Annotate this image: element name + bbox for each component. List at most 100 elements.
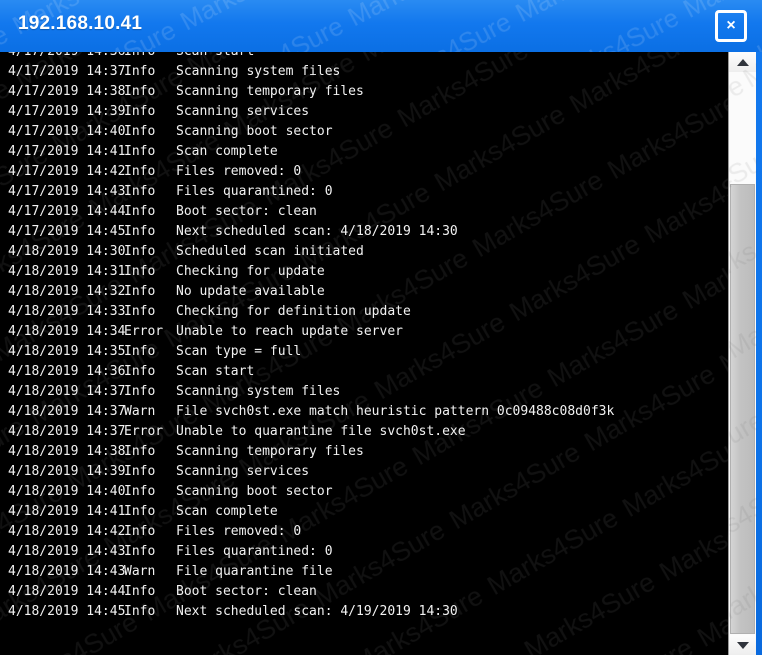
window-frame-right [756,52,762,655]
log-row[interactable]: 4/17/2019 14:42 Info Files removed: 0 [0,162,722,182]
log-timestamp: 4/17/2019 14:36 [0,52,125,62]
log-level: Info [124,264,156,279]
log-timestamp: 4/18/2019 14:33 [8,304,126,319]
log-message: No update available [176,284,325,299]
log-timestamp: 4/17/2019 14:40 [8,124,126,139]
log-row[interactable]: 4/18/2019 14:43 Warn File quarantine file [0,562,722,582]
chevron-up-icon [736,58,749,66]
log-timestamp: 4/18/2019 14:44 [8,584,126,599]
log-level: Info [124,124,156,139]
log-level: Warn [124,404,156,419]
log-message: Next scheduled scan: 4/18/2019 14:30 [176,224,458,239]
log-level: Info [124,224,156,239]
window-title: 192.168.10.41 [18,13,143,34]
log-timestamp: 4/18/2019 14:31 [8,264,126,279]
log-timestamp: 4/18/2019 14:37 [8,424,126,439]
log-row[interactable]: 4/18/2019 14:43 Info Files quarantined: 0 [0,542,722,562]
log-level: Info [124,304,156,319]
close-icon: × [726,17,736,34]
log-row[interactable]: 4/17/2019 14:45 Info Next scheduled scan: … [0,222,722,242]
log-message: Scan start [176,364,255,379]
log-message: Files quarantined: 0 [176,184,333,199]
log-message: Scan type = full [176,344,302,359]
log-level: Info [124,584,156,599]
log-timestamp: 4/18/2019 14:43 [8,544,126,559]
log-level: Info [124,364,156,379]
log-content-area: Marks4Sure Marks4Sure 4/17/2019 14:36Inf… [0,52,756,655]
title-bar[interactable]: Marks4Sure Marks4Sure 192.168.10.41 × [0,0,762,52]
log-message: Next scheduled scan: 4/19/2019 14:30 [176,604,458,619]
vertical-scrollbar[interactable]: Marks4Sure Marks4Sure [728,52,757,655]
log-row[interactable]: 4/17/2019 14:41 Info Scan complete [0,142,722,162]
log-timestamp: 4/18/2019 14:39 [8,464,126,479]
log-timestamp: 4/18/2019 14:35 [8,344,126,359]
log-message: Files quarantined: 0 [176,544,333,559]
log-level: Info [124,444,156,459]
log-row[interactable]: 4/18/2019 14:35 Info Scan type = full [0,342,722,362]
log-message: Scheduled scan initiated [176,244,364,259]
log-level: Error [124,424,164,439]
log-row[interactable]: 4/17/2019 14:36InfoScan start [0,52,722,62]
log-row[interactable]: 4/17/2019 14:44 Info Boot sector: clean [0,202,722,222]
log-row[interactable]: 4/17/2019 14:38 Info Scanning temporary fi… [0,82,722,102]
log-timestamp: 4/18/2019 14:32 [8,284,126,299]
log-row[interactable]: 4/18/2019 14:37 Warn File svch0st.exe matc… [0,402,722,422]
log-row[interactable]: 4/18/2019 14:37 Info Scanning system files [0,382,722,402]
log-message: Scanning temporary files [176,84,364,99]
log-timestamp: 4/18/2019 14:30 [8,244,126,259]
close-button[interactable]: × [715,10,747,42]
log-level: Info [124,284,156,299]
log-row[interactable]: 4/18/2019 14:31 Info Checking for update [0,262,722,282]
log-row[interactable]: 4/18/2019 14:41 Info Scan complete [0,502,722,522]
log-level: Info [124,184,156,199]
log-message: Unable to reach update server [176,324,403,339]
scrollbar-thumb[interactable] [730,184,755,634]
log-message: Files removed: 0 [176,524,302,539]
log-timestamp: 4/18/2019 14:41 [8,504,126,519]
log-timestamp: 4/18/2019 14:45 [8,604,126,619]
log-row[interactable]: 4/18/2019 14:30 Info Scheduled scan initia… [0,242,722,262]
log-message: Scanning boot sector [176,484,333,499]
log-timestamp: 4/18/2019 14:36 [8,364,126,379]
scroll-up-button[interactable] [729,52,756,72]
log-level: Info [124,344,156,359]
log-timestamp: 4/17/2019 14:42 [8,164,126,179]
log-message: Scan complete [176,504,278,519]
scrollbar-track[interactable] [729,72,756,635]
log-row[interactable]: 4/18/2019 14:40 Info Scanning boot sector [0,482,722,502]
log-timestamp: 4/18/2019 14:34 [8,324,126,339]
log-row[interactable]: 4/17/2019 14:43 Info Files quarantined: 0 [0,182,722,202]
log-timestamp: 4/18/2019 14:37 [8,404,126,419]
log-row[interactable]: 4/18/2019 14:39 Info Scanning services [0,462,722,482]
log-message: File quarantine file [176,564,333,579]
log-row[interactable]: 4/17/2019 14:37 Info Scanning system files [0,62,722,82]
log-message: Checking for definition update [176,304,411,319]
chevron-down-icon [736,641,749,649]
log-row[interactable]: 4/17/2019 14:39 Info Scanning services [0,102,722,122]
log-timestamp: 4/17/2019 14:37 [8,64,126,79]
log-level: Info [124,484,156,499]
log-row[interactable]: 4/18/2019 14:45 Info Next scheduled scan: … [0,602,722,622]
log-message: Files removed: 0 [176,164,302,179]
log-scroll-viewport[interactable]: 4/17/2019 14:36InfoScan start4/17/2019 1… [0,52,722,655]
log-timestamp: 4/17/2019 14:45 [8,224,126,239]
log-row[interactable]: 4/18/2019 14:38 Info Scanning temporary fi… [0,442,722,462]
log-level: Info [124,524,156,539]
log-row[interactable]: 4/18/2019 14:36 Info Scan start [0,362,722,382]
log-level: Info [124,164,156,179]
log-message: File svch0st.exe match heuristic pattern… [176,404,615,419]
log-timestamp: 4/17/2019 14:38 [8,84,126,99]
log-row[interactable]: 4/17/2019 14:40 Info Scanning boot sector [0,122,722,142]
log-level: Info [124,504,156,519]
log-row[interactable]: 4/18/2019 14:42 Info Files removed: 0 [0,522,722,542]
log-row[interactable]: 4/18/2019 14:37 Error Unable to quarantine… [0,422,722,442]
scroll-down-button[interactable] [729,635,756,655]
log-message: Boot sector: clean [176,204,317,219]
log-level: Info [124,84,156,99]
log-message: Scanning services [176,104,310,119]
log-message: Scanning system files [176,64,341,79]
log-row[interactable]: 4/18/2019 14:34 Error Unable to reach upda… [0,322,722,342]
log-row[interactable]: 4/18/2019 14:44 Info Boot sector: clean [0,582,722,602]
log-row[interactable]: 4/18/2019 14:33 Info Checking for definiti… [0,302,722,322]
log-row[interactable]: 4/18/2019 14:32 Info No update available [0,282,722,302]
